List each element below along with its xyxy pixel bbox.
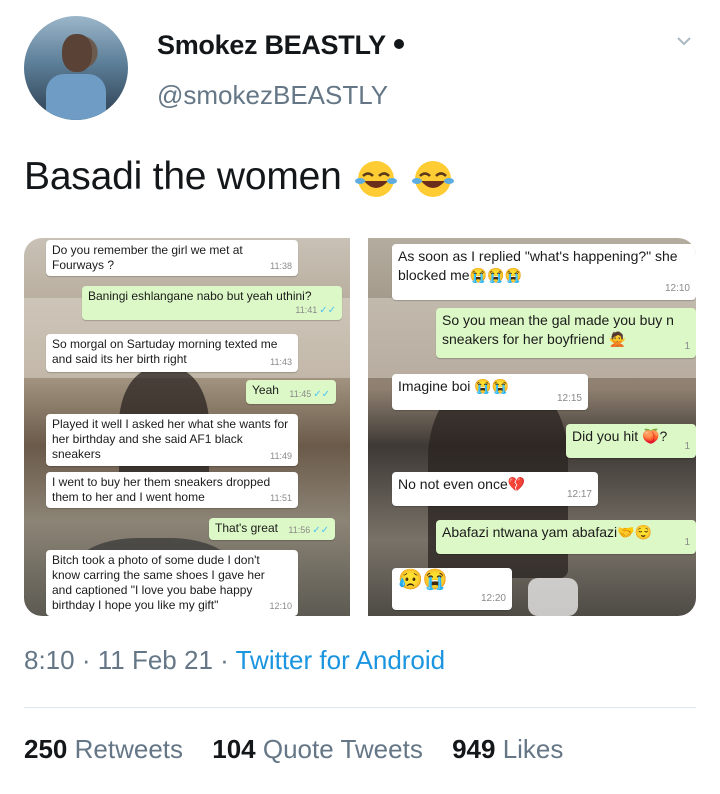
message-text: Played it well I asked her what she want… [52, 417, 289, 461]
tweet-source-link[interactable]: Twitter for Android [236, 645, 446, 675]
message-text: Bitch took a photo of some dude I don't … [52, 553, 265, 612]
message-time: 12:10 [269, 601, 292, 611]
chat-message: Yeah 11:45 ✓✓ [246, 380, 336, 404]
sad-crying-emoji-icon: 😥😭 [398, 569, 448, 591]
message-time: 11:56 [288, 525, 311, 535]
author-name[interactable]: Smokez BEASTLY [157, 30, 404, 61]
handshake-emoji-icon: 🤝😌 [617, 524, 652, 540]
retweets-label: Retweets [74, 734, 184, 764]
message-time: 11:45 [289, 389, 312, 399]
author-avatar[interactable] [24, 16, 128, 120]
message-time: 12:15 [556, 393, 582, 404]
message-time: 11:38 [270, 261, 292, 271]
person-gesturing-icon: 🙅 [608, 331, 626, 347]
message-text: So you mean the gal made you buy n sneak… [442, 312, 674, 347]
likes-count: 949 [452, 734, 496, 764]
tweet-date[interactable]: 11 Feb 21 [98, 645, 213, 675]
message-text: That's great [215, 521, 278, 535]
chat-message: So you mean the gal made you buy n sneak… [436, 308, 696, 358]
message-text: No not even once [398, 476, 508, 492]
read-ticks-icon: ✓✓ [313, 389, 330, 400]
tweet-stats: 250 Retweets 104 Quote Tweets 949 Likes [24, 734, 563, 765]
message-text: Baningi eshlangane nabo but yeah uthini? [88, 289, 312, 303]
message-text: Imagine boi [398, 378, 471, 394]
status-dot-icon [393, 38, 404, 49]
read-ticks-icon: ✓✓ [319, 305, 336, 316]
chat-message: Bitch took a photo of some dude I don't … [46, 550, 298, 616]
message-time: 1 [684, 441, 690, 452]
tweet-text: Basadi the women [24, 155, 455, 199]
divider [24, 707, 696, 708]
tweet-image-right[interactable]: As soon as I replied "what's happening?"… [368, 238, 696, 616]
message-time: 11:41 [295, 305, 318, 315]
laughing-emoji-icon [411, 160, 454, 197]
meta-separator: · [81, 645, 91, 675]
author-name-text[interactable]: Smokez BEASTLY [157, 30, 386, 60]
crying-emoji-icon: 😭😭😭 [469, 267, 522, 283]
chat-message: No not even once💔 12:17 [392, 472, 598, 506]
quotes-label: Quote Tweets [262, 734, 423, 764]
chat-message: Played it well I asked her what she want… [46, 414, 298, 466]
tweet-time[interactable]: 8:10 [24, 645, 75, 675]
tweet-image-left[interactable]: Do you remember the girl we met at Fourw… [24, 238, 350, 616]
message-text: As soon as I replied "what's happening?"… [398, 248, 678, 283]
quotes-count: 104 [212, 734, 256, 764]
avatar-shirt [46, 74, 106, 120]
tweet-meta: 8:10 · 11 Feb 21 · Twitter for Android [24, 645, 445, 676]
chat-message: That's great 11:56 ✓✓ [209, 518, 335, 540]
chat-message: Abafazi ntwana yam abafazi🤝😌 1 [436, 520, 696, 554]
broken-heart-icon: 💔 [507, 476, 526, 492]
quote-tweets-stat[interactable]: 104 Quote Tweets [212, 734, 423, 764]
message-suffix: ? [659, 428, 668, 444]
message-text: So morgal on Sartuday morning texted me … [52, 337, 278, 366]
chevron-down-icon[interactable] [676, 33, 692, 49]
message-text: Do you remember the girl we met at Fourw… [52, 243, 243, 272]
message-text: Abafazi ntwana yam abafazi [442, 524, 618, 540]
laughing-emoji-icon [355, 160, 398, 197]
message-time: 12:17 [566, 489, 592, 500]
peach-emoji-icon: 🍑 [642, 428, 660, 444]
message-time: 12:10 [664, 283, 690, 294]
chat-message: So morgal on Sartuday morning texted me … [46, 334, 298, 372]
chat-message: Do you remember the girl we met at Fourw… [46, 240, 298, 276]
chat-message: 😥😭 12:20 [392, 568, 512, 610]
message-time: 1 [684, 341, 690, 352]
message-text: Yeah [252, 383, 279, 397]
chat-message: Baningi eshlangane nabo but yeah uthini?… [82, 286, 342, 320]
message-time: 11:49 [270, 451, 292, 461]
read-ticks-icon: ✓✓ [312, 525, 329, 536]
message-time: 1 [684, 537, 690, 548]
chat-message: Did you hit 🍑? 1 [566, 424, 696, 458]
likes-stat[interactable]: 949 Likes [452, 734, 563, 764]
chat-message: As soon as I replied "what's happening?"… [392, 244, 696, 300]
message-time: 12:20 [480, 593, 506, 604]
crying-emoji-icon: 😭😭 [474, 378, 510, 394]
author-handle[interactable]: @smokezBEASTLY [157, 80, 388, 111]
image-figure [528, 578, 578, 616]
message-time: 11:43 [270, 357, 292, 367]
chat-message: I went to buy her them sneakers dropped … [46, 472, 298, 508]
message-text: Did you hit [572, 428, 639, 444]
message-time: 11:51 [270, 493, 292, 503]
likes-label: Likes [502, 734, 564, 764]
chat-message: Imagine boi 😭😭 12:15 [392, 374, 588, 410]
meta-separator: · [220, 645, 229, 675]
avatar-head [62, 34, 92, 72]
tweet-body: Basadi the women [24, 155, 342, 198]
retweets-count: 250 [24, 734, 68, 764]
message-text: I went to buy her them sneakers dropped … [52, 475, 271, 504]
retweets-stat[interactable]: 250 Retweets [24, 734, 183, 764]
